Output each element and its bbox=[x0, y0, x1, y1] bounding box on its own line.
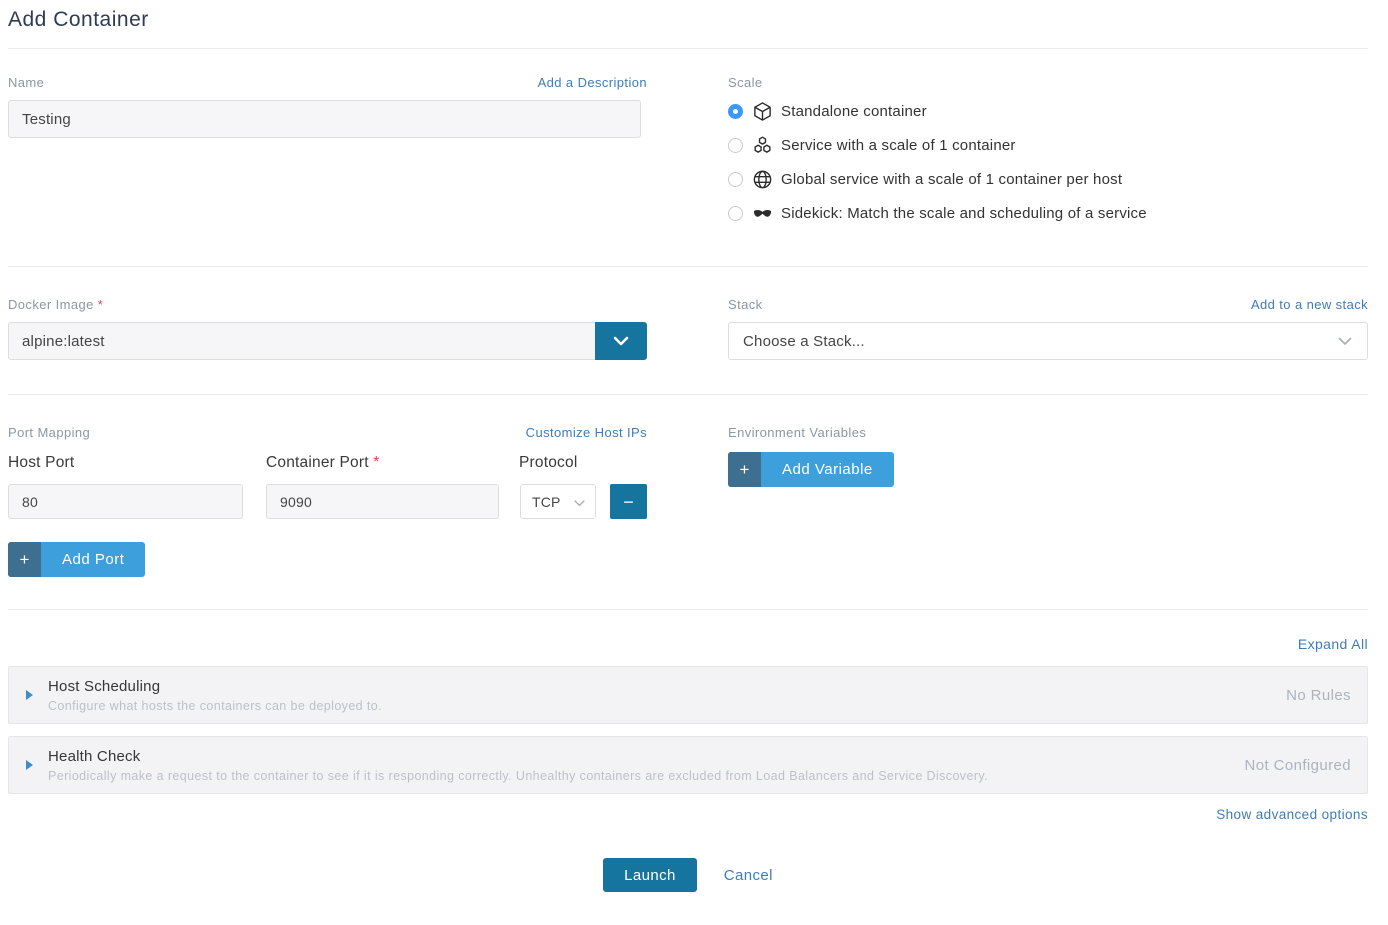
stack-select[interactable]: Choose a Stack... bbox=[728, 322, 1368, 360]
column-spacer bbox=[647, 297, 728, 360]
scale-option-label: Standalone container bbox=[781, 103, 927, 120]
section-image-stack: Docker Image * Stack Add to a new stack … bbox=[8, 267, 1368, 394]
port-mapping-row: TCP − bbox=[8, 484, 647, 519]
name-label: Name bbox=[8, 75, 44, 90]
scale-option-label: Global service with a scale of 1 contain… bbox=[781, 171, 1122, 188]
accordion-description: Periodically make a request to the conta… bbox=[48, 769, 1225, 783]
service-cubes-icon bbox=[751, 134, 774, 156]
section-name-scale: Name Add a Description Scale Standalone … bbox=[8, 49, 1368, 266]
image-dropdown-button[interactable] bbox=[595, 322, 647, 360]
cancel-button[interactable]: Cancel bbox=[724, 867, 773, 884]
required-asterisk: * bbox=[373, 454, 379, 471]
scale-option-sidekick[interactable]: Sidekick: Match the scale and scheduling… bbox=[728, 196, 1368, 230]
host-port-input[interactable] bbox=[8, 484, 243, 519]
add-new-stack-link[interactable]: Add to a new stack bbox=[1251, 297, 1368, 312]
protocol-select[interactable]: TCP bbox=[520, 484, 596, 519]
chevron-down-icon bbox=[613, 334, 629, 349]
host-port-label: Host Port bbox=[8, 454, 266, 472]
plus-icon: + bbox=[728, 452, 761, 487]
scale-option-label: Sidekick: Match the scale and scheduling… bbox=[781, 205, 1147, 222]
scale-option-label: Service with a scale of 1 container bbox=[781, 137, 1016, 154]
stack-label: Stack bbox=[728, 297, 763, 312]
required-asterisk: * bbox=[98, 297, 103, 312]
section-advanced: Expand All Host Scheduling Configure wha… bbox=[8, 610, 1368, 892]
port-column-headers: Host Port Container Port * Protocol bbox=[8, 454, 647, 472]
show-advanced-options-link[interactable]: Show advanced options bbox=[1216, 807, 1368, 822]
stack-select-value: Choose a Stack... bbox=[743, 333, 865, 350]
container-port-label: Container Port * bbox=[266, 454, 519, 472]
mask-icon bbox=[751, 202, 774, 224]
port-mapping-label: Port Mapping bbox=[8, 425, 90, 440]
scale-option-global[interactable]: Global service with a scale of 1 contain… bbox=[728, 162, 1368, 196]
protocol-select-value: TCP bbox=[532, 494, 561, 510]
column-spacer bbox=[647, 425, 728, 577]
minus-icon: − bbox=[623, 493, 634, 511]
container-port-input[interactable] bbox=[266, 484, 499, 519]
expand-arrow-icon bbox=[26, 760, 33, 770]
environment-variables-label: Environment Variables bbox=[728, 425, 1368, 440]
launch-button[interactable]: Launch bbox=[603, 858, 697, 892]
remove-port-button[interactable]: − bbox=[610, 484, 647, 519]
accordion-host-scheduling[interactable]: Host Scheduling Configure what hosts the… bbox=[8, 666, 1368, 724]
add-port-button[interactable]: + Add Port bbox=[8, 542, 145, 577]
radio-button[interactable] bbox=[728, 206, 743, 221]
expand-arrow-icon bbox=[26, 690, 33, 700]
add-port-button-label: Add Port bbox=[41, 542, 145, 577]
customize-host-ips-link[interactable]: Customize Host IPs bbox=[526, 425, 647, 440]
radio-button-selected[interactable] bbox=[728, 104, 743, 119]
radio-button[interactable] bbox=[728, 138, 743, 153]
globe-icon bbox=[751, 168, 774, 190]
docker-image-label: Docker Image * bbox=[8, 297, 103, 312]
add-variable-button[interactable]: + Add Variable bbox=[728, 452, 894, 487]
cube-icon bbox=[751, 100, 774, 122]
docker-image-input[interactable] bbox=[8, 322, 595, 360]
accordion-health-check[interactable]: Health Check Periodically make a request… bbox=[8, 736, 1368, 794]
chevron-down-icon bbox=[1337, 333, 1353, 350]
add-container-form: Add Container Name Add a Description Sca… bbox=[0, 0, 1388, 892]
accordion-status: No Rules bbox=[1286, 687, 1351, 704]
name-input[interactable] bbox=[8, 100, 641, 138]
chevron-down-icon bbox=[573, 494, 586, 510]
scale-options: Standalone container Service with a scal… bbox=[728, 94, 1368, 230]
accordion-description: Configure what hosts the containers can … bbox=[48, 699, 1266, 713]
protocol-label: Protocol bbox=[519, 454, 577, 472]
radio-button[interactable] bbox=[728, 172, 743, 187]
accordion-status: Not Configured bbox=[1245, 757, 1352, 774]
scale-option-standalone[interactable]: Standalone container bbox=[728, 94, 1368, 128]
add-variable-button-label: Add Variable bbox=[761, 452, 894, 487]
accordion-title: Host Scheduling bbox=[48, 678, 1266, 695]
column-spacer bbox=[647, 75, 728, 230]
add-description-link[interactable]: Add a Description bbox=[538, 75, 647, 90]
accordion-title: Health Check bbox=[48, 748, 1225, 765]
footer-actions: Launch Cancel bbox=[8, 858, 1368, 892]
section-ports-env: Port Mapping Customize Host IPs Host Por… bbox=[8, 395, 1368, 609]
plus-icon: + bbox=[8, 542, 41, 577]
scale-label: Scale bbox=[728, 75, 1368, 90]
expand-all-link[interactable]: Expand All bbox=[1298, 636, 1368, 652]
scale-option-service[interactable]: Service with a scale of 1 container bbox=[728, 128, 1368, 162]
page-title: Add Container bbox=[8, 0, 1368, 48]
